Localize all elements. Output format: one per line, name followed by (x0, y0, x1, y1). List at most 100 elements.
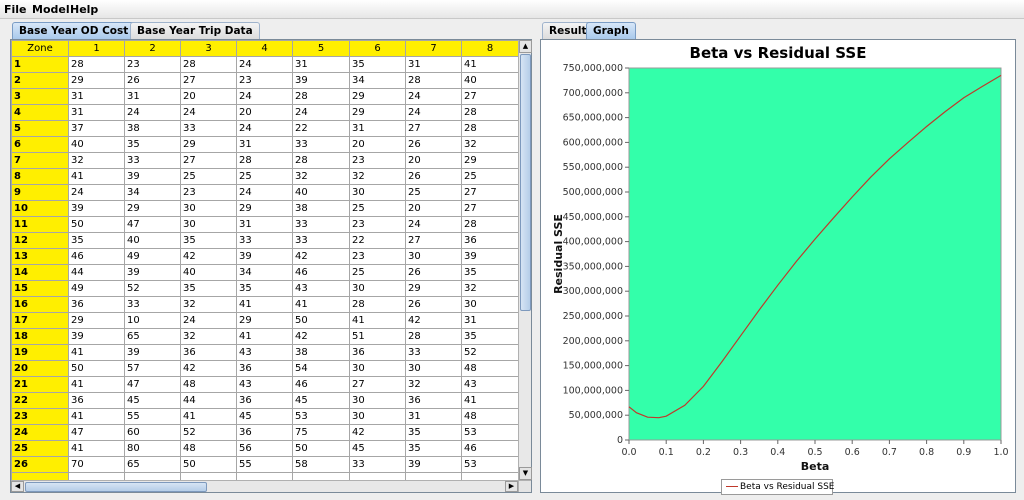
cost-cell[interactable]: 31 (349, 120, 406, 137)
cost-cell[interactable]: 45 (236, 408, 293, 425)
cost-cell[interactable]: 26 (405, 264, 462, 281)
cost-cell[interactable]: 41 (68, 344, 125, 361)
empty-cell[interactable] (461, 472, 518, 480)
cost-cell[interactable]: 30 (405, 248, 462, 265)
cost-cell[interactable]: 33 (405, 344, 462, 361)
cost-cell[interactable]: 27 (180, 72, 237, 89)
cost-cell[interactable]: 53 (461, 456, 518, 473)
cost-cell[interactable]: 65 (124, 328, 181, 345)
cost-cell[interactable]: 39 (68, 200, 125, 217)
cost-cell[interactable]: 52 (124, 280, 181, 297)
cost-cell[interactable]: 28 (292, 88, 350, 105)
cost-cell[interactable]: 20 (236, 104, 293, 121)
cost-cell[interactable]: 48 (461, 408, 518, 425)
cost-cell[interactable]: 25 (405, 184, 462, 201)
cost-cell[interactable]: 47 (124, 216, 181, 233)
cost-cell[interactable]: 38 (292, 200, 350, 217)
zone-cell[interactable]: 15 (11, 280, 69, 297)
cost-cell[interactable]: 48 (461, 360, 518, 377)
cost-cell[interactable]: 43 (292, 280, 350, 297)
cost-cell[interactable]: 32 (349, 168, 406, 185)
cost-cell[interactable]: 30 (180, 200, 237, 217)
cost-cell[interactable]: 29 (236, 200, 293, 217)
scroll-right-icon[interactable]: ▶ (505, 481, 518, 492)
menu-help[interactable]: Help (70, 3, 98, 16)
zone-cell[interactable]: 9 (11, 184, 69, 201)
scroll-up-icon[interactable]: ▲ (519, 40, 532, 53)
cost-cell[interactable]: 42 (349, 424, 406, 441)
cost-cell[interactable]: 32 (180, 296, 237, 313)
cost-cell[interactable]: 42 (292, 248, 350, 265)
cost-cell[interactable]: 41 (236, 296, 293, 313)
cost-cell[interactable]: 23 (236, 72, 293, 89)
column-header[interactable]: 8 (461, 40, 518, 57)
cost-cell[interactable]: 54 (292, 360, 350, 377)
cost-cell[interactable]: 29 (180, 136, 237, 153)
cost-cell[interactable]: 30 (180, 216, 237, 233)
cost-cell[interactable]: 41 (180, 408, 237, 425)
cost-cell[interactable]: 40 (68, 136, 125, 153)
zone-cell[interactable]: 11 (11, 216, 69, 233)
cost-cell[interactable]: 28 (349, 296, 406, 313)
cost-cell[interactable]: 30 (405, 360, 462, 377)
cost-cell[interactable]: 38 (292, 344, 350, 361)
zone-cell[interactable]: 1 (11, 56, 69, 73)
cost-cell[interactable]: 28 (405, 328, 462, 345)
cost-cell[interactable]: 28 (68, 56, 125, 73)
cost-cell[interactable]: 22 (349, 232, 406, 249)
cost-cell[interactable]: 32 (180, 328, 237, 345)
cost-cell[interactable]: 27 (405, 120, 462, 137)
cost-cell[interactable]: 30 (349, 184, 406, 201)
cost-cell[interactable]: 29 (68, 312, 125, 329)
cost-cell[interactable]: 34 (349, 72, 406, 89)
cost-cell[interactable]: 31 (461, 312, 518, 329)
cost-cell[interactable]: 39 (461, 248, 518, 265)
cost-cell[interactable]: 40 (461, 72, 518, 89)
cost-cell[interactable]: 32 (405, 376, 462, 393)
cost-cell[interactable]: 32 (461, 280, 518, 297)
column-header[interactable]: 5 (292, 40, 350, 57)
cost-cell[interactable]: 39 (124, 264, 181, 281)
column-header[interactable]: 7 (405, 40, 462, 57)
column-header[interactable]: 4 (236, 40, 293, 57)
cost-cell[interactable]: 31 (236, 216, 293, 233)
tab-base-year-trip-data[interactable]: Base Year Trip Data (130, 22, 260, 39)
cost-cell[interactable]: 39 (124, 344, 181, 361)
empty-cell[interactable] (180, 472, 237, 480)
cost-cell[interactable]: 65 (124, 456, 181, 473)
menu-model[interactable]: Model (32, 3, 70, 16)
cost-cell[interactable]: 41 (349, 312, 406, 329)
cost-cell[interactable]: 36 (236, 424, 293, 441)
empty-cell[interactable] (124, 472, 181, 480)
cost-cell[interactable]: 24 (236, 56, 293, 73)
cost-cell[interactable]: 24 (236, 88, 293, 105)
cost-cell[interactable]: 46 (292, 376, 350, 393)
column-header[interactable]: 2 (124, 40, 181, 57)
scroll-left-icon[interactable]: ◀ (11, 481, 24, 492)
cost-cell[interactable]: 36 (236, 392, 293, 409)
cost-cell[interactable]: 24 (124, 104, 181, 121)
cost-cell[interactable]: 22 (292, 120, 350, 137)
cost-cell[interactable]: 43 (461, 376, 518, 393)
cost-cell[interactable]: 70 (68, 456, 125, 473)
zone-cell[interactable]: 10 (11, 200, 69, 217)
cost-cell[interactable]: 35 (180, 280, 237, 297)
cost-cell[interactable]: 32 (68, 152, 125, 169)
cost-cell[interactable]: 36 (461, 232, 518, 249)
cost-cell[interactable]: 20 (405, 200, 462, 217)
cost-cell[interactable]: 47 (124, 376, 181, 393)
cost-cell[interactable]: 35 (461, 328, 518, 345)
cost-cell[interactable]: 41 (68, 408, 125, 425)
cost-cell[interactable]: 43 (236, 344, 293, 361)
cost-cell[interactable]: 29 (405, 280, 462, 297)
cost-cell[interactable]: 23 (349, 248, 406, 265)
cost-cell[interactable]: 41 (236, 328, 293, 345)
cost-cell[interactable]: 31 (405, 408, 462, 425)
cost-cell[interactable]: 57 (124, 360, 181, 377)
cost-cell[interactable]: 35 (68, 232, 125, 249)
cost-cell[interactable]: 75 (292, 424, 350, 441)
vertical-scroll-thumb[interactable] (520, 54, 531, 311)
cost-cell[interactable]: 46 (461, 440, 518, 457)
cost-cell[interactable]: 55 (236, 456, 293, 473)
cost-cell[interactable]: 49 (124, 248, 181, 265)
